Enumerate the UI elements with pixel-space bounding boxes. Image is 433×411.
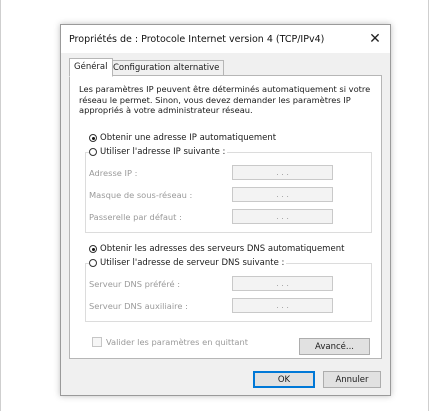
radio-unselected-icon [89, 148, 97, 156]
alternate-dns-value: . . . [276, 301, 289, 310]
preferred-dns-label: Serveur DNS préféré : [89, 279, 180, 289]
default-gateway-value: . . . [276, 212, 289, 221]
ip-auto-radio[interactable]: Obtenir une adresse IP automatiquement [89, 133, 276, 143]
dns-manual-label: Utiliser l'adresse de serveur DNS suivan… [100, 258, 285, 268]
ip-address-input[interactable]: . . . [232, 165, 333, 180]
alternate-dns-input[interactable]: . . . [232, 298, 333, 313]
default-gateway-label: Passerelle par défaut : [89, 212, 182, 222]
alternate-dns-label: Serveur DNS auxiliaire : [89, 301, 188, 311]
validate-on-exit-checkbox[interactable]: Valider les paramètres en quittant [92, 337, 248, 347]
ip-address-value: . . . [276, 168, 289, 177]
window-title: Propriétés de : Protocole Internet versi… [69, 34, 325, 45]
dns-auto-label: Obtenir les adresses des serveurs DNS au… [100, 244, 345, 254]
tab-general[interactable]: Général [69, 58, 113, 77]
preferred-dns-input[interactable]: . . . [232, 276, 333, 291]
radio-selected-icon [89, 134, 97, 142]
radio-unselected-icon [89, 259, 97, 267]
ip-auto-label: Obtenir une adresse IP automatiquement [100, 133, 277, 143]
subnet-mask-value: . . . [276, 190, 289, 199]
cancel-button[interactable]: Annuler [323, 371, 381, 388]
ip-address-label: Adresse IP : [89, 168, 138, 178]
page-border-left [0, 0, 1, 411]
title-bar[interactable]: Propriétés de : Protocole Internet versi… [61, 25, 390, 53]
ip-manual-label: Utiliser l'adresse IP suivante : [100, 147, 226, 157]
tcpip-properties-dialog: Propriétés de : Protocole Internet versi… [60, 24, 391, 396]
page-border-right [428, 0, 429, 411]
intro-text: Les paramètres IP peuvent être déterminé… [79, 84, 371, 115]
checkbox-unchecked-icon [92, 337, 102, 347]
subnet-mask-label: Masque de sous-réseau : [89, 190, 193, 200]
advanced-button[interactable]: Avancé... [299, 338, 370, 355]
default-gateway-input[interactable]: . . . [232, 209, 333, 224]
general-tab-panel: Les paramètres IP peuvent être déterminé… [69, 75, 382, 359]
dns-manual-group [85, 263, 372, 322]
close-icon[interactable]: ✕ [360, 25, 390, 53]
radio-selected-icon [89, 245, 97, 253]
subnet-mask-input[interactable]: . . . [232, 187, 333, 202]
preferred-dns-value: . . . [276, 279, 289, 288]
tab-alternate-configuration[interactable]: Configuration alternative [108, 60, 225, 76]
ok-button[interactable]: OK [253, 371, 315, 388]
validate-on-exit-label: Valider les paramètres en quittant [106, 337, 249, 347]
ip-manual-radio[interactable]: Utiliser l'adresse IP suivante : [89, 147, 228, 157]
dns-auto-radio[interactable]: Obtenir les adresses des serveurs DNS au… [89, 244, 344, 254]
dns-manual-radio[interactable]: Utiliser l'adresse de serveur DNS suivan… [89, 258, 287, 268]
